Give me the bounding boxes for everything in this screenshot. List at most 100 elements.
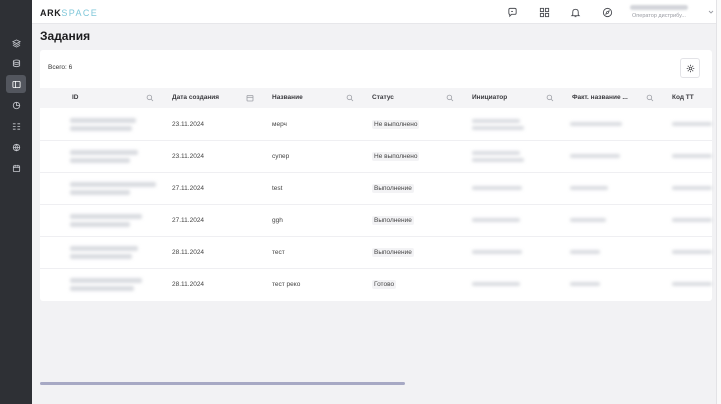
tasks-icon <box>11 80 21 88</box>
id-cell <box>70 214 142 219</box>
status-badge: Выполнение <box>372 216 414 225</box>
column-date-filter-button[interactable] <box>246 94 254 102</box>
column-header-tt-code[interactable]: Код ТТ <box>672 88 712 108</box>
id-cell-line2 <box>70 254 132 259</box>
tt-code-cell <box>672 154 712 158</box>
column-search-button-initiator[interactable] <box>546 94 554 102</box>
total-count: Всего: 6 <box>48 64 73 71</box>
id-cell-line2 <box>70 126 132 131</box>
actual-name-cell <box>570 250 600 254</box>
sidebar-item-layers[interactable] <box>6 34 26 52</box>
sidebar <box>0 0 32 404</box>
search-icon <box>546 94 554 102</box>
table-row[interactable]: 23.11.2024 мерч Не выполнено <box>40 109 712 141</box>
compass-icon <box>602 7 613 18</box>
created-date-cell: 23.11.2024 <box>172 153 205 160</box>
actual-name-cell <box>570 282 600 286</box>
horizontal-scrollbar-thumb[interactable] <box>40 382 405 385</box>
user-name <box>630 5 688 10</box>
status-badge: Выполнение <box>372 184 414 193</box>
window-edge <box>716 0 721 404</box>
tt-code-cell <box>672 250 712 254</box>
name-cell: мерч <box>272 121 287 128</box>
column-search-button-status[interactable] <box>446 94 454 102</box>
name-cell: супер <box>272 153 290 160</box>
actual-name-cell <box>570 122 622 126</box>
compass-button[interactable] <box>602 7 613 18</box>
id-cell-line2 <box>70 158 130 163</box>
sidebar-item-globe[interactable] <box>6 138 26 156</box>
created-date-cell: 28.11.2024 <box>172 281 205 288</box>
column-search-button-name[interactable] <box>346 94 354 102</box>
table-row[interactable]: 27.11.2024 ggh Выполнение <box>40 205 712 237</box>
sidebar-item-database[interactable] <box>6 54 26 72</box>
user-menu[interactable]: Оператор дистрибу... <box>630 4 716 21</box>
horizontal-scrollbar[interactable] <box>40 382 712 385</box>
column-header-status[interactable]: Статус <box>372 88 442 108</box>
actual-name-cell <box>570 186 608 190</box>
tasks-card: Всего: 6 ID Дата создания Название Стату… <box>40 50 712 301</box>
bell-icon <box>570 8 581 18</box>
search-icon <box>146 94 154 102</box>
column-search-button-id[interactable] <box>146 94 154 102</box>
actual-name-cell <box>570 154 620 158</box>
column-header-created-date[interactable]: Дата создания <box>172 88 247 108</box>
initiator-cell <box>472 119 520 123</box>
page-title: Задания <box>40 29 91 43</box>
search-icon <box>346 94 354 102</box>
tt-code-cell <box>672 186 712 190</box>
calendar-icon <box>246 95 254 102</box>
logo[interactable]: ARKSPACE <box>40 8 98 18</box>
table-row[interactable]: 27.11.2024 test Выполнение <box>40 173 712 205</box>
tt-code-cell <box>672 282 712 286</box>
sidebar-item-calendar[interactable] <box>6 159 26 177</box>
calendar-icon <box>12 164 20 172</box>
grid-list-icon <box>12 122 20 130</box>
id-cell <box>70 150 138 155</box>
column-header-initiator[interactable]: Инициатор <box>472 88 542 108</box>
logo-accent: SPACE <box>61 8 99 18</box>
chat-icon <box>508 7 517 18</box>
tt-code-cell <box>672 218 712 222</box>
database-icon <box>12 59 20 67</box>
column-header-name[interactable]: Название <box>272 88 342 108</box>
status-badge: Выполнение <box>372 248 414 257</box>
initiator-cell-line2 <box>472 158 524 162</box>
name-cell: тест <box>272 249 285 256</box>
sidebar-item-lists[interactable] <box>6 117 26 135</box>
id-cell-line2 <box>70 190 130 195</box>
created-date-cell: 28.11.2024 <box>172 249 205 256</box>
search-icon <box>446 94 454 102</box>
sidebar-item-analytics[interactable] <box>6 96 26 114</box>
column-header-id[interactable]: ID <box>72 88 112 108</box>
table-row[interactable]: 28.11.2024 тест Выполнение <box>40 237 712 269</box>
actual-name-cell <box>570 218 606 222</box>
id-cell-line2 <box>70 222 130 227</box>
globe-icon <box>12 143 20 151</box>
column-header-actual-name[interactable]: Факт. название ... <box>572 88 640 108</box>
notifications-button[interactable] <box>570 7 581 18</box>
chat-button[interactable] <box>507 7 518 18</box>
sidebar-item-tasks[interactable] <box>6 75 26 93</box>
column-search-button-actual-name[interactable] <box>646 94 654 102</box>
name-cell: тест реко <box>272 281 301 288</box>
tt-code-cell <box>672 122 712 126</box>
status-badge: Не выполнено <box>372 152 420 161</box>
name-cell: test <box>272 185 283 192</box>
apps-grid-icon <box>539 7 550 18</box>
user-role: Оператор дистрибу... <box>632 13 686 19</box>
table-row[interactable]: 23.11.2024 супер Не выполнено <box>40 141 712 173</box>
id-cell-line2 <box>70 286 134 291</box>
search-icon <box>646 94 654 102</box>
logo-main: ARK <box>40 8 62 18</box>
created-date-cell: 27.11.2024 <box>172 217 205 224</box>
name-cell: ggh <box>272 217 283 224</box>
status-badge: Не выполнено <box>372 120 420 129</box>
chevron-down-icon <box>708 10 714 14</box>
apps-button[interactable] <box>539 7 550 18</box>
table-settings-button[interactable] <box>680 58 700 78</box>
id-cell <box>70 182 156 187</box>
table-row[interactable]: 28.11.2024 тест реко Готово <box>40 269 712 301</box>
table-header: ID Дата создания Название Статус Инициат… <box>40 88 712 108</box>
layers-icon <box>11 38 21 48</box>
